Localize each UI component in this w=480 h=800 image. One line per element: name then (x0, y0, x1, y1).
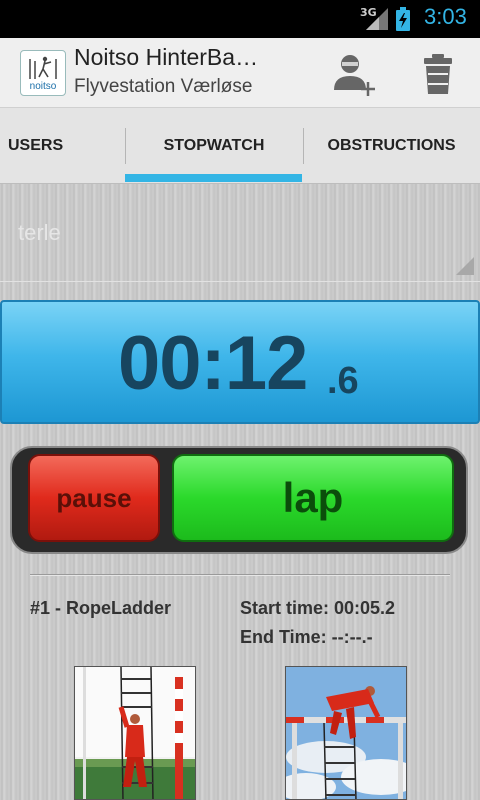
clock: 3:03 (424, 4, 467, 29)
timer-display: 00:12 .6 (0, 300, 480, 424)
control-panel: pause lap (10, 446, 468, 554)
pause-button[interactable]: pause (28, 454, 160, 542)
tab-selected-indicator (125, 174, 302, 182)
battery-charging-icon (396, 7, 410, 31)
start-time: Start time: 00:05.2 (240, 598, 396, 618)
end-time: End Time: --:--.- (240, 627, 373, 647)
logo-text: noitso (29, 81, 57, 92)
add-user-icon[interactable] (330, 50, 378, 98)
logo-figure-icon (29, 56, 57, 79)
timer-tenths: .6 (327, 360, 359, 402)
tab-stopwatch[interactable]: STOPWATCH (125, 108, 303, 184)
trash-icon[interactable] (418, 52, 458, 96)
tab-users[interactable]: USERS (0, 108, 125, 184)
app-title: Noitso HinterBa… (74, 44, 259, 70)
spinner-value: terle (18, 220, 61, 245)
stopwatch-panel: terle 00:12 .6 pause lap #1 - RopeLadder… (0, 184, 480, 800)
dropdown-arrow-icon (456, 257, 474, 275)
tab-bar: USERS STOPWATCH OBSTRUCTIONS (0, 108, 480, 184)
timer-main: 00:12 (118, 321, 308, 406)
lap-button[interactable]: lap (172, 454, 454, 542)
divider (30, 574, 450, 576)
app-subtitle: Flyvestation Værløse (74, 76, 253, 97)
status-bar: 3G 3:03 (0, 0, 480, 38)
action-bar: noitso Noitso HinterBa… Flyvestation Vær… (0, 38, 480, 108)
user-spinner[interactable]: terle (0, 192, 480, 282)
tab-obstructions[interactable]: OBSTRUCTIONS (303, 108, 480, 184)
rope-ladder-climb-photo (74, 666, 196, 800)
rope-ladder-top-photo (285, 666, 407, 800)
obstacle-name: #1 - RopeLadder (30, 598, 172, 618)
signal-icon (366, 8, 388, 30)
noitso-logo-icon[interactable]: noitso (20, 50, 66, 96)
